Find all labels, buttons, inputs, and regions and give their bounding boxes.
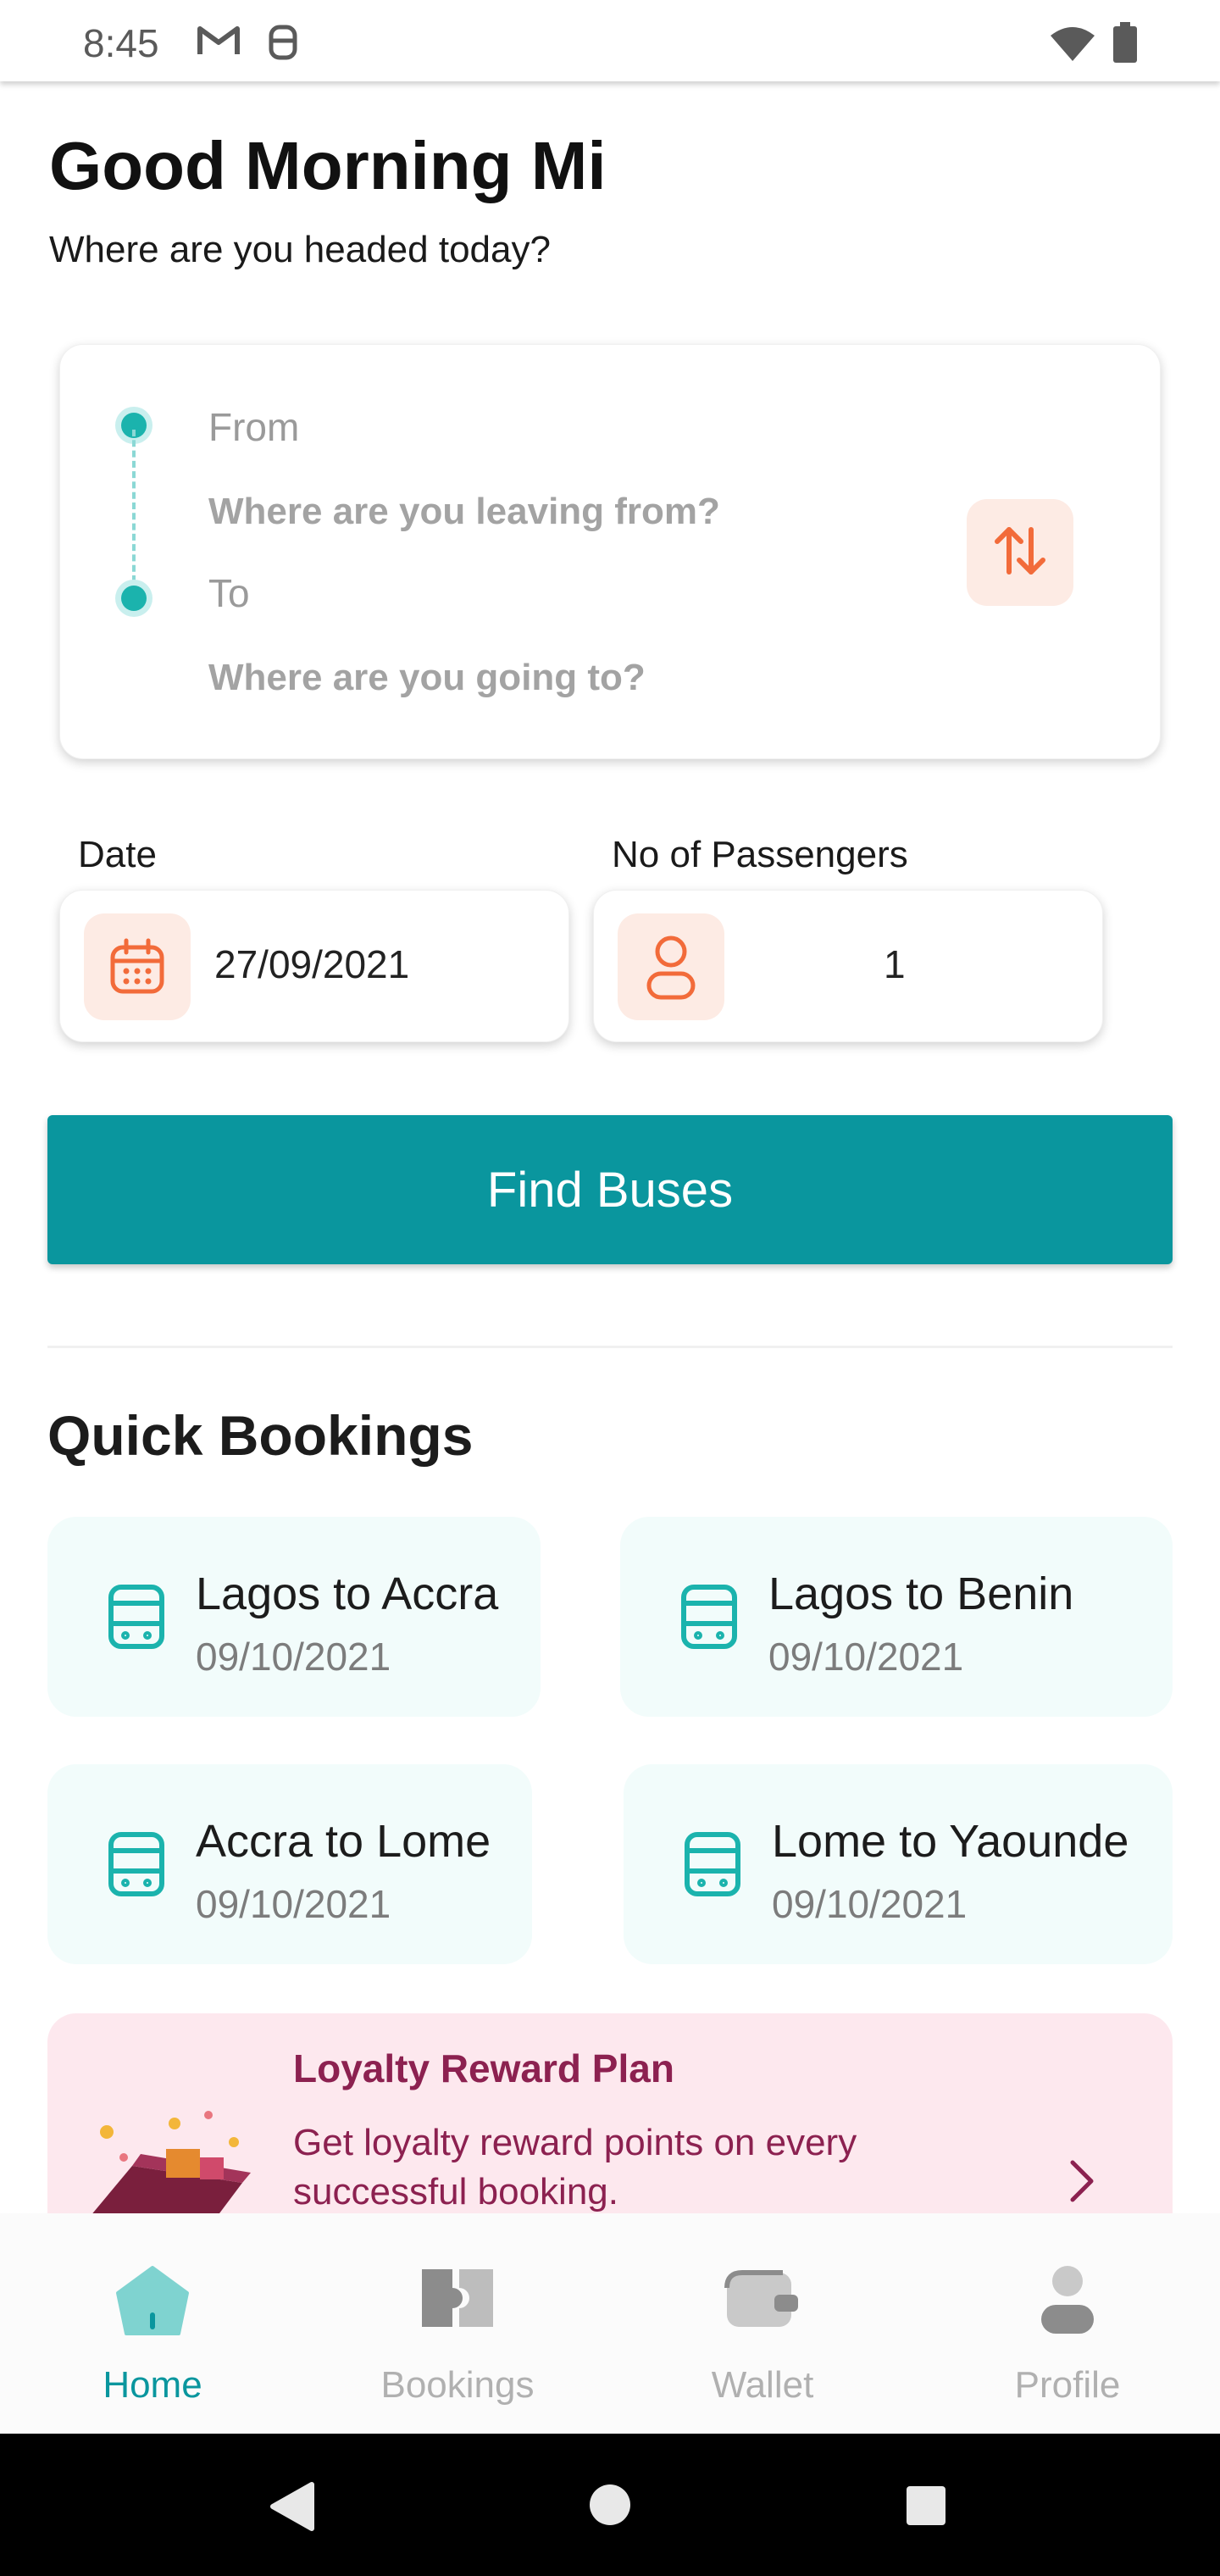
from-input[interactable]: Where are you leaving from? <box>208 491 720 533</box>
bus-icon <box>679 1583 739 1655</box>
greeting-title: Good Morning Mi <box>49 128 607 203</box>
nav-item-home[interactable]: Home <box>0 2213 305 2434</box>
divider <box>47 1346 1173 1348</box>
loyalty-description: Get loyalty reward points on every succe… <box>293 2122 857 2212</box>
home-circle-icon[interactable] <box>588 2483 632 2531</box>
bus-icon <box>107 1583 166 1655</box>
nav-label-profile: Profile <box>1014 2364 1121 2406</box>
quick-booking-card[interactable]: Lagos to Accra 09/10/2021 <box>47 1517 541 1717</box>
profile-icon <box>1038 2264 1097 2340</box>
passengers-field[interactable]: 1 <box>593 890 1103 1042</box>
wallet-icon <box>724 2264 801 2336</box>
quick-booking-card[interactable]: Lagos to Benin 09/10/2021 <box>620 1517 1173 1717</box>
nav-item-bookings[interactable]: Bookings <box>305 2213 610 2434</box>
ticket-icon <box>419 2264 496 2336</box>
home-icon <box>114 2264 191 2341</box>
passengers-label: No of Passengers <box>612 834 908 875</box>
quick-bookings-title: Quick Bookings <box>47 1404 474 1467</box>
gmail-icon <box>197 24 241 62</box>
battery-icon <box>1113 22 1137 67</box>
gift-illustration-icon <box>73 2098 268 2213</box>
bus-icon <box>107 1830 166 1902</box>
quick-booking-date: 09/10/2021 <box>772 1882 968 1926</box>
quick-booking-date: 09/10/2021 <box>196 1882 391 1926</box>
quick-booking-date: 09/10/2021 <box>196 1635 391 1679</box>
status-bar: 8:45 <box>0 0 1220 81</box>
route-line <box>132 430 136 582</box>
recents-square-icon[interactable] <box>905 2484 947 2531</box>
quick-booking-card[interactable]: Lome to Yaounde 09/10/2021 <box>624 1764 1173 1964</box>
passengers-value: 1 <box>884 942 906 986</box>
swap-button[interactable] <box>967 499 1073 606</box>
loyalty-banner[interactable]: Loyalty Reward Plan Get loyalty reward p… <box>47 2013 1173 2213</box>
nav-label-wallet: Wallet <box>711 2364 814 2406</box>
date-value: 27/09/2021 <box>214 942 410 986</box>
nav-label-bookings: Bookings <box>380 2364 535 2406</box>
status-time: 8:45 <box>83 21 159 65</box>
quick-booking-route: Lagos to Accra <box>196 1568 499 1619</box>
quick-booking-route: Lome to Yaounde <box>772 1816 1129 1867</box>
date-field[interactable]: 27/09/2021 <box>59 890 569 1042</box>
swap-arrows-icon <box>992 523 1048 583</box>
calendar-icon <box>84 913 191 1020</box>
quick-booking-date: 09/10/2021 <box>768 1635 964 1679</box>
to-label: To <box>208 571 250 615</box>
chevron-right-icon <box>1064 2157 1098 2209</box>
quick-booking-card[interactable]: Accra to Lome 09/10/2021 <box>47 1764 532 1964</box>
quick-booking-route: Lagos to Benin <box>768 1568 1074 1619</box>
person-icon <box>618 913 724 1020</box>
wifi-icon <box>1049 25 1096 67</box>
back-icon[interactable] <box>268 2481 315 2536</box>
notification-icon <box>268 24 298 65</box>
nav-item-wallet[interactable]: Wallet <box>610 2213 915 2434</box>
loyalty-title: Loyalty Reward Plan <box>293 2046 674 2090</box>
bus-icon <box>683 1830 742 1902</box>
to-input[interactable]: Where are you going to? <box>208 657 646 699</box>
to-dot-icon <box>121 586 147 611</box>
greeting-subtitle: Where are you headed today? <box>49 229 551 270</box>
route-card: From Where are you leaving from? To Wher… <box>59 344 1161 759</box>
from-label: From <box>208 405 300 449</box>
quick-booking-route: Accra to Lome <box>196 1816 491 1867</box>
nav-label-home: Home <box>103 2364 202 2406</box>
date-label: Date <box>78 834 157 875</box>
nav-item-profile[interactable]: Profile <box>915 2213 1220 2434</box>
system-navigation-bar <box>0 2434 1220 2576</box>
bottom-navigation: Home Bookings Wallet Profile <box>0 2213 1220 2434</box>
find-buses-button[interactable]: Find Buses <box>47 1115 1173 1264</box>
